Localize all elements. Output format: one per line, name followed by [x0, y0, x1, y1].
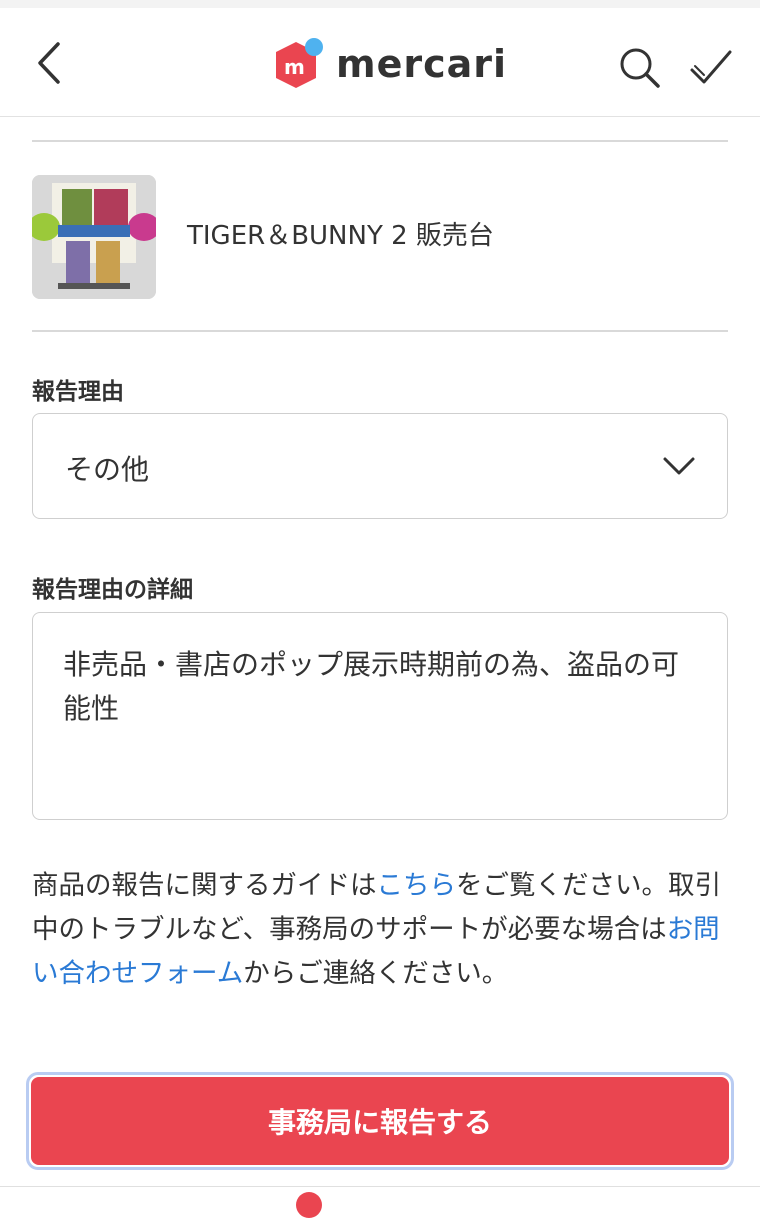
search-button[interactable] — [616, 44, 664, 92]
divider — [32, 330, 728, 332]
report-reason-value: その他 — [65, 453, 150, 486]
guide-link[interactable]: こちら — [377, 870, 457, 901]
report-reason-select[interactable]: その他 — [32, 413, 728, 519]
bottom-indicator — [296, 1192, 322, 1218]
chevron-left-icon — [38, 42, 60, 84]
product-thumbnail-image — [32, 175, 156, 299]
guide-text: 商品の報告に関するガイドはこちらをご覧ください。取引中のトラブルなど、事務局のサ… — [32, 864, 722, 996]
item-title: TIGER＆BUNNY 2 販売台 — [187, 221, 494, 251]
report-detail-textarea[interactable]: 非売品・書店のポップ展示時期前の為、盗品の可能性 — [32, 612, 728, 820]
svg-text:m: m — [284, 55, 305, 79]
bottom-divider — [0, 1186, 760, 1187]
back-button[interactable] — [30, 38, 74, 88]
item-thumbnail[interactable] — [32, 175, 156, 299]
logo-text: mercari — [336, 42, 508, 86]
submit-report-label: 事務局に報告する — [267, 1106, 492, 1139]
submit-report-button[interactable]: 事務局に報告する — [31, 1077, 729, 1165]
report-detail-label: 報告理由の詳細 — [32, 577, 193, 603]
chevron-down-icon — [663, 457, 695, 475]
checkmark-icon — [690, 50, 732, 84]
divider — [32, 140, 728, 142]
mercari-logo: m mercari — [270, 36, 507, 92]
guide-text-part: 商品の報告に関するガイドは — [32, 870, 377, 901]
app-header: m mercari — [0, 8, 760, 117]
report-detail-text: 非売品・書店のポップ展示時期前の為、盗品の可能性 — [63, 648, 680, 725]
search-icon — [620, 48, 660, 88]
guide-text-part: からご連絡ください。 — [243, 958, 509, 989]
confirm-button[interactable] — [686, 44, 734, 92]
mercari-logo-icon: m — [270, 36, 326, 92]
report-reason-label: 報告理由 — [32, 379, 124, 405]
